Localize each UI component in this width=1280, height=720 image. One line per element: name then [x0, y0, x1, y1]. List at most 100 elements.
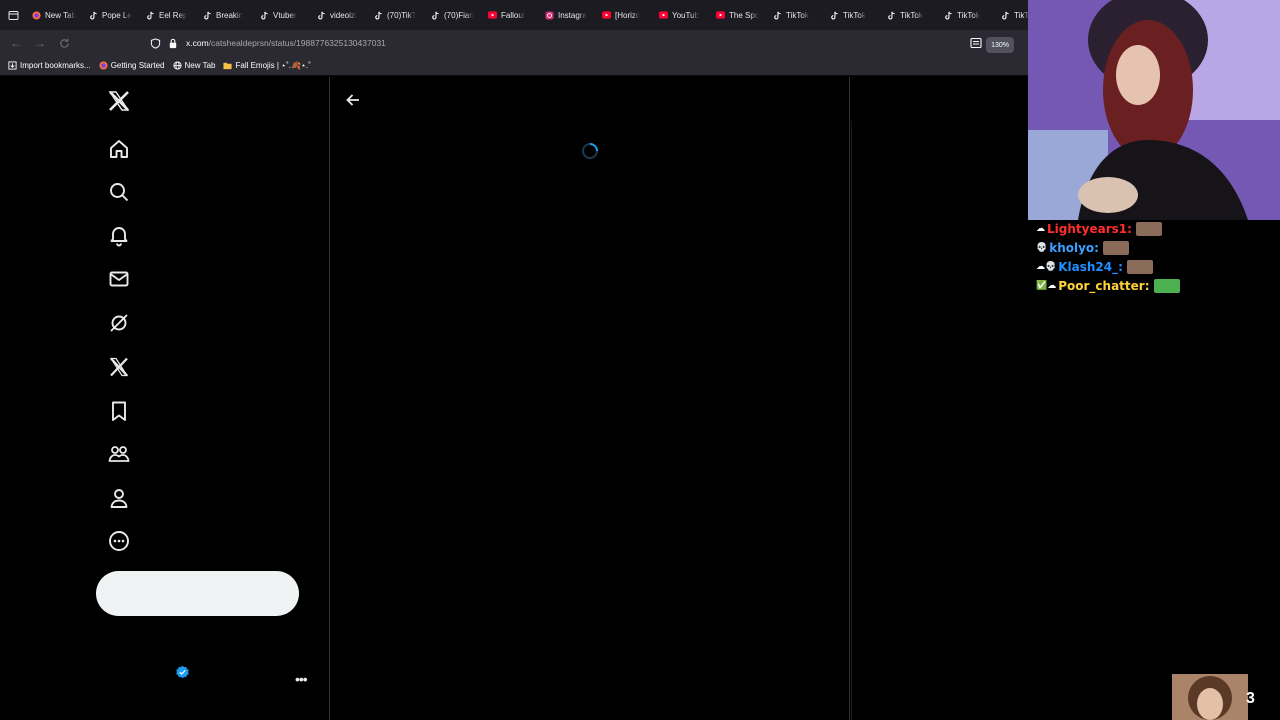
communities-icon	[108, 446, 130, 462]
bookmarks-icon	[112, 401, 126, 421]
tab-strip: New Tab Pope Le Eel Rep Breakin Vtuber videoi…	[0, 0, 1028, 30]
chat-username: Poor_chatter	[1058, 278, 1145, 293]
nav-item-messages[interactable]	[104, 264, 134, 294]
nav-item-home[interactable]	[104, 134, 134, 164]
url-path: /catshealdeprsn/status/19887763251304370…	[208, 38, 386, 48]
chat-badges: ☁💀	[1036, 261, 1057, 272]
nav-item-communities[interactable]	[104, 439, 134, 469]
tiktok-icon	[317, 11, 326, 20]
reload-icon	[59, 38, 69, 48]
url-host: x.com	[186, 38, 209, 48]
nav-item-notifications[interactable]	[104, 220, 134, 250]
browser-tab[interactable]: TikTok	[824, 0, 881, 30]
browser-tab[interactable]: Eel Rep	[140, 0, 197, 30]
nav-item-search[interactable]	[104, 177, 134, 207]
column-divider	[851, 121, 852, 720]
tab-title: The Spc	[729, 10, 759, 20]
nav-item-premium-x[interactable]	[104, 352, 134, 382]
bookmark-label: New Tab	[184, 61, 216, 70]
chat-message: ☁💀 Klash24_:	[1036, 257, 1280, 276]
youtube-icon	[488, 11, 497, 20]
browser-tab[interactable]: Breakin	[197, 0, 254, 30]
browser-tab[interactable]: videoizi	[311, 0, 368, 30]
forward-button[interactable]: →	[28, 31, 52, 55]
folder-icon	[223, 61, 233, 70]
zoom-indicator[interactable]: 130%	[986, 37, 1014, 53]
more-icon	[109, 531, 129, 551]
browser-tab[interactable]: (70)Fian	[425, 0, 482, 30]
browser-tab[interactable]: TikTok	[938, 0, 995, 30]
url-text[interactable]: x.com/catshealdeprsn/status/198877632513…	[186, 38, 386, 48]
back-arrow-button[interactable]	[342, 89, 364, 111]
tab-title: (70)Fian	[444, 10, 474, 20]
tab-title: (70)TikT	[387, 10, 417, 20]
browser-tab[interactable]: TikT	[995, 0, 1028, 30]
loading-spinner-icon	[582, 143, 598, 159]
browser-tab[interactable]: Fallout	[482, 0, 539, 30]
bookmark-item[interactable]: Import bookmarks...	[8, 61, 91, 70]
x-sidebar: •••	[0, 77, 330, 720]
reload-button[interactable]	[52, 31, 76, 55]
bookmark-label: Fall Emojis | ⋆˚.🍂⋆.˚	[235, 61, 311, 70]
post-detail-column	[330, 77, 850, 720]
streamer-webcam-image	[1028, 0, 1280, 220]
viewer-face-image	[1172, 674, 1248, 720]
browser-tab[interactable]: TikTok	[881, 0, 938, 30]
chat-badges: 💀	[1036, 242, 1048, 253]
bookmark-item[interactable]: Fall Emojis | ⋆˚.🍂⋆.˚	[223, 61, 311, 70]
tab-title: Fallout	[501, 10, 526, 20]
browser-tab[interactable]: YouTub	[653, 0, 710, 30]
tab-title: TikTok	[843, 10, 866, 20]
tiktok-icon	[146, 11, 155, 20]
right-column	[851, 77, 1028, 720]
webcam-overlay	[1028, 0, 1280, 220]
url-bar[interactable]: x.com/catshealdeprsn/status/198877632513…	[150, 33, 1020, 53]
chat-username: Lightyears1	[1047, 221, 1128, 236]
navigation-bar: ← → x.com/catshealdeprsn/status/19887763…	[0, 30, 1028, 56]
shield-icon[interactable]	[150, 37, 161, 49]
browser-tab[interactable]: (70)TikT	[368, 0, 425, 30]
bookmark-item[interactable]: New Tab	[172, 61, 216, 70]
nav-item-grok[interactable]	[104, 308, 134, 338]
browser-tab[interactable]: Vtuber	[254, 0, 311, 30]
account-menu-dots-icon[interactable]: •••	[295, 671, 308, 687]
chat-emote-image	[1153, 278, 1180, 293]
chat-emote-image	[1126, 259, 1153, 274]
forward-icon: →	[34, 36, 46, 50]
reader-view-icon[interactable]	[970, 37, 982, 49]
tiktok-icon	[944, 11, 953, 20]
chat-separator: :	[1094, 240, 1099, 255]
profile-icon	[110, 489, 128, 508]
youtube-icon	[659, 11, 668, 20]
back-button[interactable]: ←	[4, 31, 28, 55]
browser-tab[interactable]: The Spc	[710, 0, 767, 30]
chat-separator: :	[1127, 221, 1132, 236]
post-button[interactable]	[96, 571, 299, 616]
chat-emote-image	[1102, 240, 1129, 255]
tiktok-icon	[260, 11, 269, 20]
nav-item-more[interactable]	[104, 526, 134, 556]
chat-message: ✅☁ Poor_chatter:	[1036, 276, 1280, 295]
nav-item-x-logo[interactable]	[104, 86, 134, 116]
tab-list-button[interactable]	[0, 0, 26, 30]
nav-item-bookmarks[interactable]	[104, 396, 134, 426]
tab-title: TikT	[1014, 10, 1028, 20]
bookmarks-toolbar: Import bookmarks... Getting Started New Ta…	[0, 56, 1028, 76]
lock-icon[interactable]	[168, 38, 178, 49]
tiktok-icon	[89, 11, 98, 20]
tab-title: New Tab	[45, 10, 76, 20]
bookmark-item[interactable]: Getting Started	[99, 61, 165, 70]
youtube-icon	[716, 11, 725, 20]
import-icon	[8, 61, 17, 70]
x-logo-icon	[108, 91, 130, 111]
browser-tab[interactable]: [Horizo	[596, 0, 653, 30]
firefox-icon	[32, 10, 41, 20]
nav-item-profile[interactable]	[104, 483, 134, 513]
browser-tab[interactable]: New Tab	[26, 0, 83, 30]
tiktok-icon	[830, 11, 839, 20]
x-page: •••	[0, 77, 1028, 720]
viewer-thumbnail	[1172, 674, 1248, 720]
browser-tab[interactable]: Instagra	[539, 0, 596, 30]
browser-tab[interactable]: TikTok	[767, 0, 824, 30]
browser-tab[interactable]: Pope Le	[83, 0, 140, 30]
